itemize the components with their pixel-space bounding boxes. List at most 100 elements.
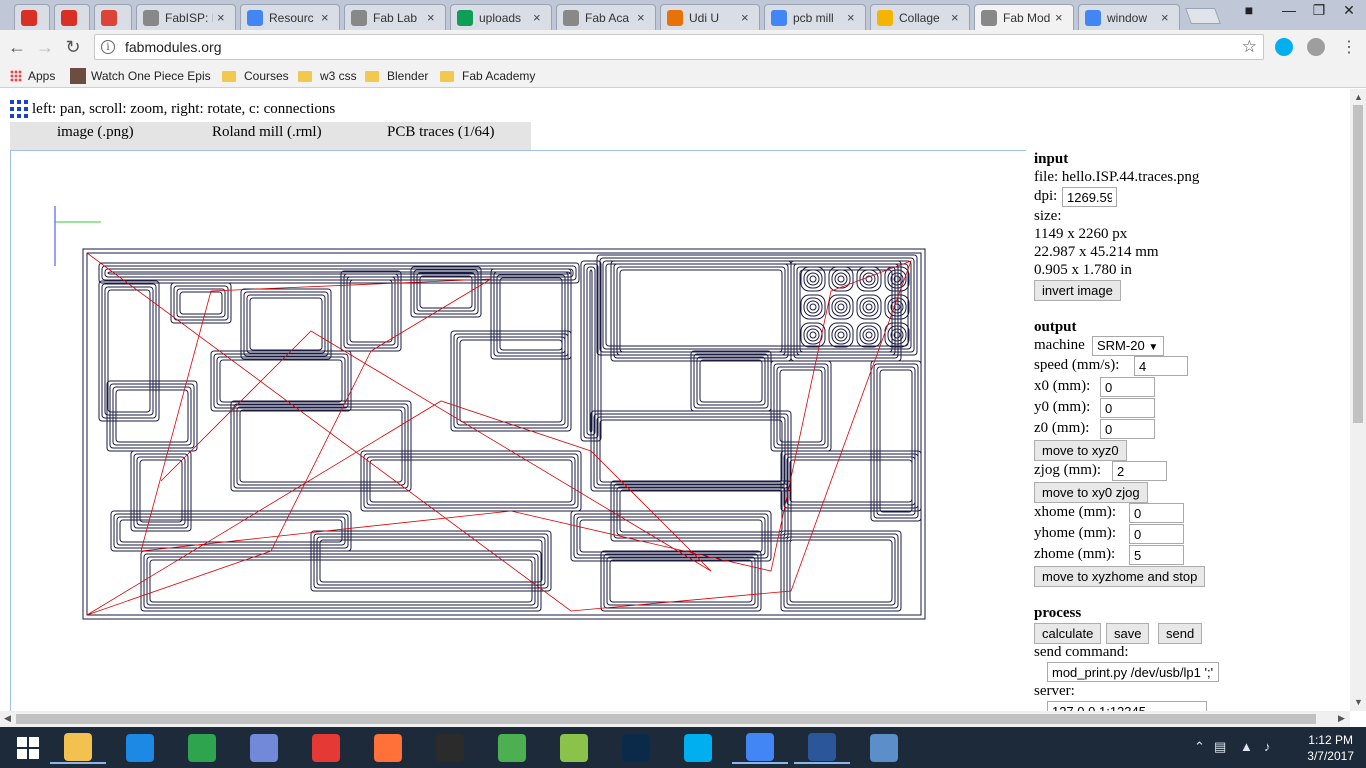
fabmodules-menu-icon[interactable]	[10, 100, 28, 118]
browser-tab[interactable]: window ×	[1078, 4, 1180, 30]
machine-select[interactable]: SRM-20 ▼	[1092, 336, 1164, 356]
toolpath-canvas[interactable]	[11, 151, 1027, 711]
minimize-icon[interactable]: —	[1274, 0, 1304, 20]
speed-input[interactable]	[1134, 356, 1188, 376]
new-tab-button[interactable]	[1185, 8, 1221, 24]
address-bar[interactable]: i fabmodules.org ☆	[94, 34, 1264, 60]
tab-roland-mill[interactable]: Roland mill (.rml)	[212, 124, 322, 141]
close-tab-icon[interactable]: ×	[741, 10, 753, 25]
taskbar-app-button[interactable]	[670, 731, 726, 764]
z0-input[interactable]	[1100, 419, 1155, 439]
tray-device-icon[interactable]: ▤	[1214, 739, 1226, 755]
network-icon[interactable]: ▲	[1240, 739, 1253, 754]
calculate-button[interactable]: calculate	[1034, 623, 1102, 644]
close-tab-icon[interactable]: ×	[217, 10, 229, 25]
taskbar-app-button[interactable]	[174, 731, 230, 764]
forward-icon[interactable]: →	[34, 36, 56, 58]
taskbar-app-button[interactable]	[546, 731, 602, 764]
chrome-menu-icon[interactable]: ⋮	[1338, 36, 1360, 58]
browser-tab[interactable]	[14, 4, 50, 30]
taskbar-app-button[interactable]	[794, 731, 850, 764]
tab-image-png[interactable]: image (.png)	[57, 124, 134, 141]
bookmark-w3css[interactable]: w3 css	[298, 67, 357, 85]
close-tab-icon[interactable]: ×	[533, 10, 545, 25]
close-tab-icon[interactable]: ×	[847, 10, 859, 25]
send-command-input[interactable]	[1047, 662, 1219, 682]
bookmark-blender[interactable]: Blender	[365, 67, 428, 85]
vertical-scroll-thumb[interactable]	[1353, 105, 1363, 423]
move-to-xy0-zjog-button[interactable]: move to xy0 zjog	[1034, 482, 1148, 503]
zjog-input[interactable]	[1112, 461, 1167, 481]
y0-input[interactable]	[1100, 398, 1155, 418]
taskbar-app-button[interactable]	[236, 731, 292, 764]
bookmark-one-piece[interactable]: Watch One Piece Epis	[70, 67, 211, 85]
reload-icon[interactable]: ↻	[62, 36, 84, 58]
browser-tab[interactable]	[54, 4, 90, 30]
close-tab-icon[interactable]: ×	[637, 10, 649, 25]
zhome-input[interactable]	[1129, 545, 1184, 565]
browser-tab[interactable]: Fab Mod ×	[974, 4, 1074, 30]
volume-icon[interactable]: ♪	[1264, 739, 1271, 754]
taskbar-app-button[interactable]	[50, 731, 106, 764]
vertical-scrollbar[interactable]: ▲ ▼	[1350, 89, 1366, 711]
invert-image-button[interactable]: invert image	[1034, 280, 1121, 301]
browser-tab[interactable]: Fab Lab ×	[344, 4, 446, 30]
horizontal-scroll-thumb[interactable]	[16, 714, 1316, 724]
taskbar-app-button[interactable]	[732, 731, 788, 764]
horizontal-scrollbar[interactable]: ◀ ▶	[0, 711, 1350, 727]
move-to-xyz0-button[interactable]: move to xyz0	[1034, 440, 1127, 461]
close-tab-icon[interactable]: ×	[951, 10, 963, 25]
bookmark-courses[interactable]: Courses	[222, 67, 289, 85]
tray-overflow-icon[interactable]: ⌃	[1194, 739, 1205, 755]
browser-tab[interactable]: Udi U ×	[660, 4, 760, 30]
dpi-input[interactable]	[1062, 187, 1117, 207]
taskbar-app-button[interactable]	[298, 731, 354, 764]
taskbar-app-button[interactable]	[484, 731, 540, 764]
close-tab-icon[interactable]: ×	[1055, 10, 1067, 25]
tab-title: Collage	[899, 10, 940, 25]
browser-tab[interactable]: pcb mill ×	[764, 4, 866, 30]
taskbar-app-button[interactable]	[856, 731, 912, 764]
server-input[interactable]	[1047, 701, 1207, 711]
bookmark-apps[interactable]: Apps	[10, 67, 55, 85]
close-tab-icon[interactable]: ×	[1161, 10, 1173, 25]
page-icon	[563, 9, 579, 26]
maximize-icon[interactable]: ❐	[1304, 0, 1334, 20]
close-tab-icon[interactable]: ×	[321, 10, 333, 25]
skype-extension-icon[interactable]	[1275, 38, 1293, 56]
taskbar-app-button[interactable]	[608, 731, 664, 764]
browser-tab[interactable]	[94, 4, 132, 30]
taskbar-app-button[interactable]	[360, 731, 416, 764]
tab-pcb-traces[interactable]: PCB traces (1/64)	[387, 124, 494, 141]
x0-input[interactable]	[1100, 377, 1155, 397]
extension-icon[interactable]	[1307, 38, 1325, 56]
xhome-input[interactable]	[1129, 503, 1184, 523]
taskbar-app-button[interactable]	[112, 731, 168, 764]
close-window-icon[interactable]: ✕	[1334, 0, 1364, 20]
taskbar-app-button[interactable]	[422, 731, 478, 764]
system-clock[interactable]: 1:12 PM 3/7/2017	[1307, 732, 1354, 764]
close-tab-icon[interactable]: ×	[427, 10, 439, 25]
browser-tab[interactable]: FabISP: I ×	[136, 4, 236, 30]
scroll-down-icon[interactable]: ▼	[1354, 697, 1363, 707]
back-icon[interactable]: ←	[6, 36, 28, 58]
scroll-up-icon[interactable]: ▲	[1354, 92, 1363, 102]
bookmark-fab-academy[interactable]: Fab Academy	[440, 67, 535, 85]
toolpath-contour	[493, 271, 569, 357]
scroll-right-icon[interactable]: ▶	[1338, 713, 1345, 724]
browser-tab[interactable]: Collage ×	[870, 4, 970, 30]
bookmark-star-icon[interactable]: ☆	[1242, 37, 1257, 57]
yhome-input[interactable]	[1129, 524, 1184, 544]
scroll-left-icon[interactable]: ◀	[4, 713, 11, 724]
chevron-down-icon: ▼	[1148, 342, 1159, 353]
browser-tab[interactable]: Resourc ×	[240, 4, 340, 30]
save-button[interactable]: save	[1106, 623, 1150, 644]
toolpath-viewer[interactable]	[10, 150, 1026, 711]
start-button[interactable]	[0, 731, 56, 764]
send-button[interactable]: send	[1158, 623, 1203, 644]
browser-tab[interactable]: Fab Aca ×	[556, 4, 656, 30]
site-info-icon[interactable]: i	[101, 40, 115, 54]
browser-tab[interactable]: uploads ×	[450, 4, 552, 30]
user-profile-icon[interactable]: ■	[1234, 0, 1264, 20]
move-to-xyzhome-button[interactable]: move to xyzhome and stop	[1034, 566, 1206, 587]
